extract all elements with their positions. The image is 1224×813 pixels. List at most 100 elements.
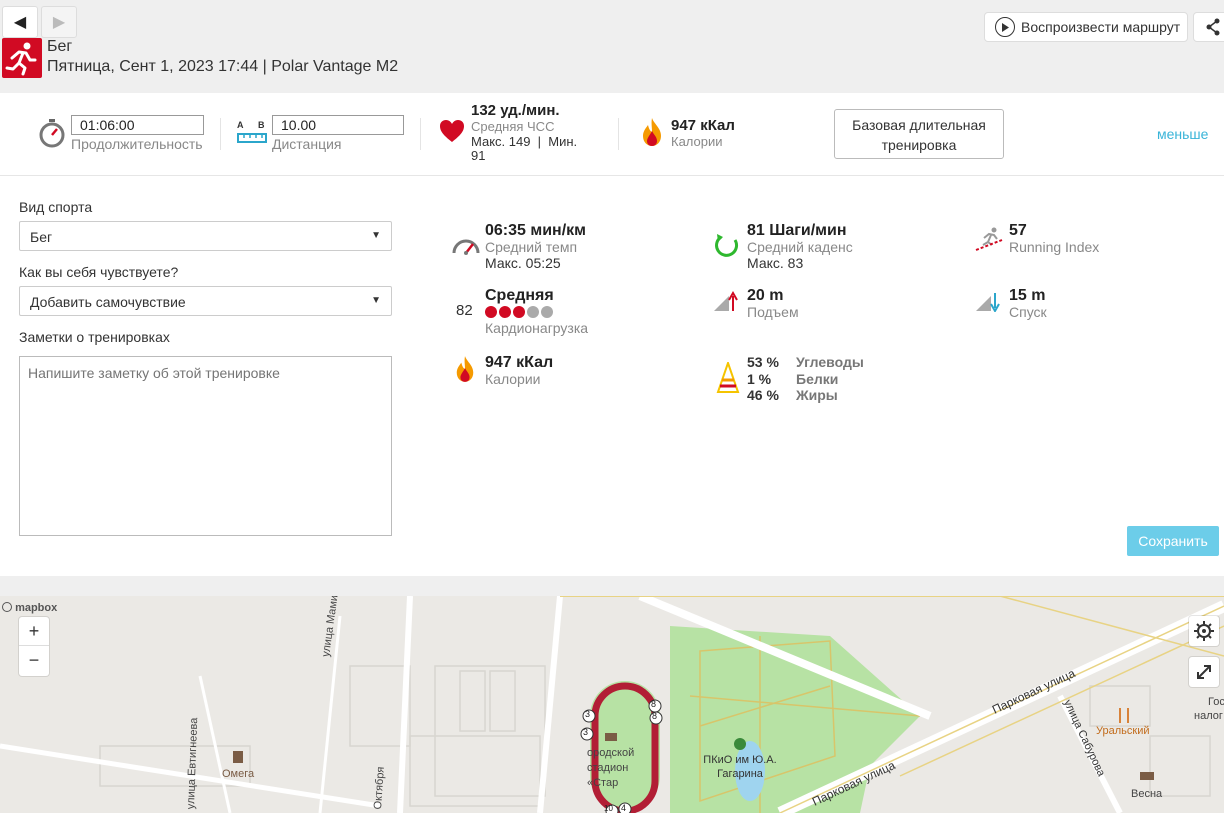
nutrition-icon: [716, 362, 740, 393]
forward-arrow-icon: ▶: [52, 14, 66, 31]
cardio-dot-filled: [513, 306, 525, 318]
notes-textarea[interactable]: [19, 356, 392, 536]
ascent-icon: [714, 290, 738, 311]
show-less-link[interactable]: меньше: [1157, 126, 1208, 142]
route-marker: 8: [652, 711, 658, 721]
notes-field-label: Заметки о тренировках: [19, 329, 170, 345]
play-icon: [995, 17, 1015, 37]
mapbox-logo[interactable]: mapbox: [2, 602, 57, 614]
calories-value: 947 кКал: [485, 354, 554, 371]
replay-route-button[interactable]: Воспроизвести маршрут: [984, 12, 1188, 42]
cardio-dot-filled: [485, 306, 497, 318]
pace-value: 06:35 мин/км: [485, 222, 586, 239]
descent-icon: [976, 293, 1000, 312]
zoom-controls: + −: [19, 617, 49, 676]
feeling-field-label: Как вы себя чувствуете?: [19, 264, 179, 280]
feeling-select[interactable]: Добавить самочувствие ▼: [19, 286, 392, 316]
route-marker: 8: [651, 699, 657, 709]
route-map[interactable]: 3 3 8 8 10 4 улица Мамина-Сибиряка улица…: [0, 596, 1224, 813]
distance-label: Дистанция: [272, 136, 342, 152]
heart-icon: [440, 120, 464, 142]
hr-min-value: 91: [471, 148, 486, 163]
pace-label: Средний темп: [485, 239, 578, 255]
descent-label: Спуск: [1009, 304, 1047, 320]
map-label-stadium: ородской стадион «Стар: [587, 747, 635, 789]
expand-icon: [1197, 665, 1211, 679]
cadence-value: 81 Шаги/мин: [747, 222, 847, 239]
training-benefit-line2: тренировка: [881, 137, 957, 153]
map-label-uralsky: Уральский: [1096, 725, 1150, 737]
map-fullscreen-button[interactable]: [1189, 657, 1219, 687]
ascent-value: 20 m: [747, 287, 784, 304]
avg-hr-value: 132 уд./мин.: [471, 102, 560, 119]
cadence-max: Макс. 83: [747, 255, 804, 271]
training-benefit-button[interactable]: Базовая длительная тренировка: [834, 109, 1004, 159]
divider: [220, 118, 221, 150]
stopwatch-icon: [39, 119, 65, 148]
ascent-label: Подъем: [747, 304, 799, 320]
cadence-icon: [715, 234, 739, 257]
carbs-label: Углеводы: [796, 354, 864, 370]
protein-percent: 1 %: [747, 371, 772, 387]
route-marker: 10: [604, 804, 613, 813]
map-settings-button[interactable]: [1189, 616, 1219, 646]
back-arrow-icon: ◀: [13, 14, 27, 31]
route-marker: 4: [621, 803, 627, 813]
distance-b-label: B: [258, 120, 265, 130]
back-button[interactable]: ◀: [2, 6, 38, 38]
pace-max: Макс. 05:25: [485, 255, 561, 271]
summary-calories-label: Калории: [671, 134, 723, 149]
map-label-vesna: Весна: [1131, 788, 1163, 800]
cardio-load-label: Кардионагрузка: [485, 320, 589, 336]
dropdown-caret-icon: ▼: [371, 295, 381, 306]
flame-icon: [643, 118, 661, 146]
running-index-icon: [975, 227, 1003, 251]
hr-min-max: Макс. 149 | Мин.: [471, 134, 578, 149]
fat-percent: 46 %: [747, 387, 779, 403]
mapbox-icon: [2, 602, 12, 612]
zoom-in-button[interactable]: +: [19, 617, 49, 646]
cardio-dot-empty: [527, 306, 539, 318]
cadence-label: Средний каденс: [747, 239, 853, 255]
protein-label: Белки: [796, 371, 839, 387]
gear-icon: [1194, 621, 1214, 641]
running-index-label: Running Index: [1009, 239, 1100, 255]
map-label-park: ПКиО им Ю.А. Гагарина: [703, 754, 777, 780]
duration-input[interactable]: [71, 115, 204, 135]
training-benefit-line1: Базовая длительная: [852, 117, 986, 133]
carbs-percent: 53 %: [747, 354, 779, 370]
flame-icon: [456, 356, 474, 382]
fat-label: Жиры: [796, 387, 838, 403]
distance-input[interactable]: [272, 115, 404, 135]
cardio-dot-filled: [499, 306, 511, 318]
sport-select-value: Бег: [30, 229, 53, 245]
duration-label: Продолжительность: [71, 136, 203, 152]
sport-field-label: Вид спорта: [19, 199, 93, 215]
dropdown-caret-icon: ▼: [371, 230, 381, 241]
replay-route-label: Воспроизвести маршрут: [1021, 19, 1181, 35]
save-button[interactable]: Сохранить: [1127, 526, 1219, 556]
map-label-gos: Гос: [1208, 696, 1224, 708]
distance-a-label: A: [237, 120, 244, 130]
share-button[interactable]: [1193, 12, 1224, 42]
mapbox-label: mapbox: [15, 602, 58, 614]
cardio-load-value: Средняя: [485, 287, 554, 304]
running-sport-icon: [2, 38, 42, 78]
map-label-nalog: налог: [1194, 710, 1223, 722]
share-icon: [1206, 18, 1220, 36]
running-index-value: 57: [1009, 222, 1027, 239]
forward-button[interactable]: ▶: [41, 6, 77, 38]
cardio-dot-empty: [541, 306, 553, 318]
ruler-icon: [237, 133, 267, 143]
session-subtitle: Пятница, Сент 1, 2023 17:44 | Polar Vant…: [47, 58, 399, 75]
sport-title: Бег: [47, 38, 73, 55]
route-marker: 3: [585, 709, 591, 719]
summary-calories-value: 947 кКал: [671, 117, 735, 134]
speedometer-icon: [452, 239, 480, 255]
cardio-load-number: 82: [456, 302, 473, 319]
divider: [618, 118, 619, 150]
feeling-select-value: Добавить самочувствие: [30, 294, 186, 310]
zoom-out-button[interactable]: −: [19, 646, 49, 675]
sport-select[interactable]: Бег ▼: [19, 221, 392, 251]
route-marker: 3: [583, 727, 589, 737]
